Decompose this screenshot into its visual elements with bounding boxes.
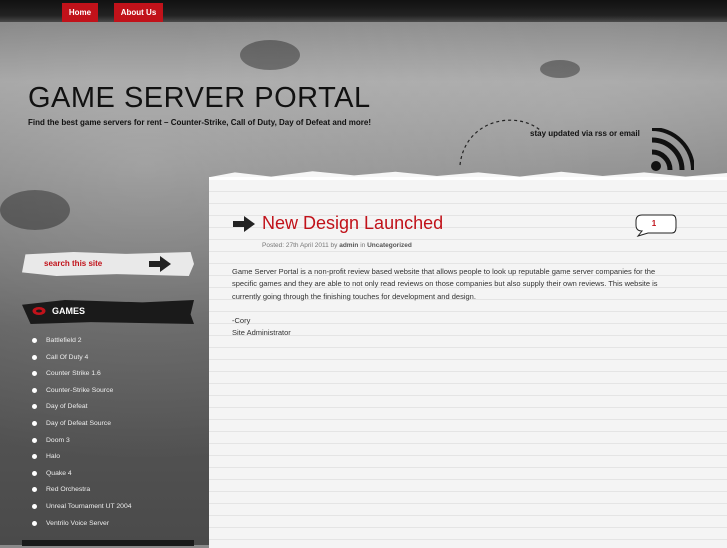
game-link[interactable]: Red Orchestra: [30, 485, 132, 502]
search-submit-arrow-icon[interactable]: [148, 254, 172, 274]
bullet-icon: [32, 503, 37, 509]
post-title-link[interactable]: New Design Launched: [262, 213, 443, 234]
site-title[interactable]: GAME SERVER PORTAL: [28, 82, 371, 115]
game-link-label[interactable]: Day of Defeat: [46, 403, 88, 410]
top-navigation-bar: [0, 0, 727, 22]
sidebar-bottom-bar: [22, 540, 194, 546]
decorative-dashed-arc: [459, 119, 541, 166]
game-controller-icon: [32, 307, 46, 315]
game-link[interactable]: Day of Defeat: [30, 402, 132, 419]
games-section-title: GAMES: [52, 306, 86, 316]
nav-about-button[interactable]: About Us: [114, 3, 163, 22]
post-signature-name: -Cory: [232, 315, 251, 325]
game-link-label[interactable]: Call Of Duty 4: [46, 354, 88, 361]
bullet-icon: [32, 354, 37, 360]
bullet-icon: [32, 437, 37, 443]
bullet-icon: [32, 338, 37, 343]
arrow-right-icon: [233, 216, 255, 232]
bullet-icon: [32, 487, 37, 493]
game-link-label[interactable]: Red Orchestra: [46, 486, 90, 493]
rss-subscribe-text[interactable]: stay updated via rss or email: [530, 129, 640, 138]
site-tagline: Find the best game servers for rent – Co…: [28, 118, 372, 127]
game-link[interactable]: Battlefield 2: [30, 336, 132, 353]
game-link-label[interactable]: Battlefield 2: [46, 337, 82, 344]
game-link[interactable]: Unreal Tournament UT 2004: [30, 502, 132, 519]
bullet-icon: [32, 420, 37, 426]
post-category-link[interactable]: Uncategorized: [367, 242, 412, 249]
game-link[interactable]: Halo: [30, 452, 132, 469]
ink-splatter: [0, 190, 70, 230]
rss-icon[interactable]: [648, 128, 694, 174]
game-link-label[interactable]: Halo: [46, 453, 60, 460]
games-header-bar: [22, 300, 194, 324]
bullet-icon: [32, 404, 37, 410]
game-link-label[interactable]: Ventrilo Voice Server: [46, 520, 109, 527]
post-meta: Posted: 27th April 2011 by admin in Unca…: [262, 242, 412, 249]
bullet-icon: [32, 520, 37, 526]
comment-count[interactable]: 1: [634, 219, 674, 228]
bullet-icon: [32, 387, 37, 393]
game-link-label[interactable]: Counter-Strike Source: [46, 387, 113, 394]
search-input[interactable]: search this site: [44, 259, 102, 268]
game-link[interactable]: Doom 3: [30, 436, 132, 453]
game-link-label[interactable]: Quake 4: [46, 470, 72, 477]
bullet-icon: [32, 371, 37, 377]
game-link[interactable]: Counter Strike 1.6: [30, 369, 132, 386]
post-body: Game Server Portal is a non-profit revie…: [232, 266, 672, 339]
post-date-text: Posted: 27th April 2011 by: [262, 242, 338, 249]
game-link[interactable]: Counter-Strike Source: [30, 386, 132, 403]
game-link[interactable]: Ventrilo Voice Server: [30, 519, 132, 536]
ink-splatter: [540, 60, 580, 78]
bullet-icon: [32, 470, 37, 476]
games-list: Battlefield 2 Call Of Duty 4 Counter Str…: [30, 336, 132, 535]
game-link-label[interactable]: Unreal Tournament UT 2004: [46, 503, 132, 510]
game-link[interactable]: Call Of Duty 4: [30, 353, 132, 370]
bullet-icon: [32, 454, 37, 460]
ink-splatter: [240, 40, 300, 70]
post-signature-role: Site Administrator: [232, 328, 291, 338]
post-meta-in: in: [360, 242, 366, 249]
nav-home-button[interactable]: Home: [62, 3, 98, 22]
game-link-label[interactable]: Day of Defeat Source: [46, 420, 111, 427]
post-paragraph: Game Server Portal is a non-profit revie…: [232, 267, 658, 301]
game-link[interactable]: Day of Defeat Source: [30, 419, 132, 436]
post-author-link[interactable]: admin: [339, 242, 358, 249]
game-link-label[interactable]: Doom 3: [46, 437, 70, 444]
game-link-label[interactable]: Counter Strike 1.6: [46, 370, 101, 377]
game-link[interactable]: Quake 4: [30, 469, 132, 486]
